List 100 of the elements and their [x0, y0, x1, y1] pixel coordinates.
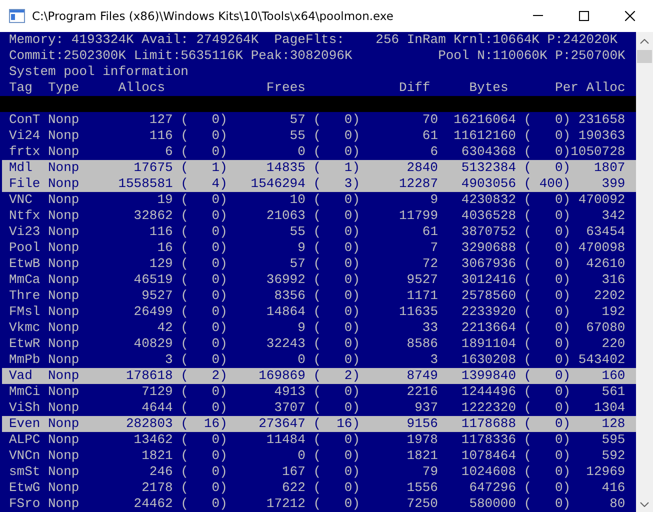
- pool-tag: EtwR: [9, 336, 48, 352]
- diff-value: 72: [421, 256, 438, 272]
- free-delta: ( 0): [312, 496, 360, 512]
- pool-row[interactable]: Vi23 Nonp 116 ( 0) 55 ( 0) 61 3870752 ( 0) 63454: [2, 224, 636, 240]
- bytes-delta: ( 0): [522, 320, 571, 336]
- pool-row[interactable]: Vi24 Nonp 116 ( 0) 55 ( 0) 61 11612160 ( 0) 190363: [2, 128, 636, 144]
- alloc-delta: ( 0): [180, 288, 228, 304]
- pool-row[interactable]: FSro Nonp 24462 ( 0) 17212 ( 0) 7250 580000 ( 0) 80: [2, 496, 636, 512]
- column-header: Frees: [266, 80, 306, 96]
- pool-row[interactable]: MmCi Nonp 7129 ( 0) 4913 ( 0) 2216 1244496 ( 0) 561: [2, 384, 636, 400]
- pool-row[interactable]: Vkmc Nonp 42 ( 0) 9 ( 0) 33 2213664 ( 0) 67080: [2, 320, 636, 336]
- pool-row[interactable]: Pool Nonp 16 ( 0) 9 ( 0) 7 3290688 ( 0) 470098: [2, 240, 636, 256]
- bytes-delta: ( 0): [522, 288, 571, 304]
- pool-row[interactable]: EtwB Nonp 129 ( 0) 57 ( 0) 72 3067936 ( 0) 42610: [2, 256, 636, 272]
- alloc-delta: ( 0): [180, 128, 228, 144]
- alloc-delta: ( 0): [180, 224, 228, 240]
- bytes-value: 1891104: [460, 336, 516, 352]
- alloc-count: 19: [156, 192, 173, 208]
- pool-row[interactable]: ConT Nonp 127 ( 0) 57 ( 0) 70 16216064 ( 0) 231658: [2, 112, 636, 128]
- free-count: 32243: [265, 336, 306, 352]
- diff-value: 1821: [406, 448, 438, 464]
- pool-row[interactable]: smSt Nonp 246 ( 0) 167 ( 0) 79 1024608 ( 0) 12969: [2, 464, 636, 480]
- pool-tag: ALPC: [9, 432, 48, 448]
- alloc-delta: ( 0): [180, 144, 228, 160]
- bytes-value: 1178336: [460, 432, 516, 448]
- scrollbar[interactable]: [636, 32, 653, 512]
- alloc-count: 32862: [132, 208, 173, 224]
- scroll-down-icon[interactable]: [640, 502, 649, 507]
- diff-value: 1556: [406, 480, 438, 496]
- pool-type: Nonp: [48, 240, 80, 256]
- free-delta: ( 0): [312, 336, 360, 352]
- pool-row[interactable]: frtx Nonp 6 ( 0) 0 ( 0) 6 6304368 ( 0)1050728: [2, 144, 636, 160]
- pool-row[interactable]: Mdl Nonp 17675 ( 1) 14835 ( 1) 2840 5132384 ( 0) 1807: [2, 160, 636, 176]
- pool-type: Nonp: [48, 432, 80, 448]
- pool-type: Nonp: [48, 192, 80, 208]
- pool-type: Nonp: [48, 336, 80, 352]
- pool-row[interactable]: EtwR Nonp 40829 ( 0) 32243 ( 0) 8586 1891104 ( 0) 220: [2, 336, 636, 352]
- alloc-delta: ( 0): [180, 304, 228, 320]
- alloc-count: 127: [148, 112, 173, 128]
- pool-row[interactable]: EtwG Nonp 2178 ( 0) 622 ( 0) 1556 647296 ( 0) 416: [2, 480, 636, 496]
- pool-row[interactable]: Ntfx Nonp 32862 ( 0) 21063 ( 0) 11799 4036528 ( 0) 342: [2, 208, 636, 224]
- free-count: 55: [288, 224, 306, 240]
- bytes-value: 2578560: [460, 288, 516, 304]
- per-alloc-value: 1050728: [570, 144, 626, 160]
- bytes-value: 1024608: [460, 464, 516, 480]
- pool-type: Nonp: [48, 448, 80, 464]
- alloc-count: 2178: [140, 480, 173, 496]
- bytes-value: 5132384: [460, 160, 516, 176]
- bytes-delta: ( 400): [522, 176, 571, 192]
- pool-row[interactable]: Thre Nonp 9527 ( 0) 8356 ( 0) 1171 2578560 ( 0) 2202: [2, 288, 636, 304]
- diff-value: 6: [429, 144, 438, 160]
- pool-type: Nonp: [48, 144, 80, 160]
- scroll-up-icon[interactable]: [640, 39, 649, 44]
- free-count: 0: [296, 352, 306, 368]
- bytes-value: 4230832: [460, 192, 516, 208]
- pool-row[interactable]: ALPC Nonp 13462 ( 0) 11484 ( 0) 1978 1178336 ( 0) 595: [2, 432, 636, 448]
- free-count: 21063: [265, 208, 306, 224]
- pool-row[interactable]: MmPb Nonp 3 ( 0) 0 ( 0) 3 1630208 ( 0) 543402: [2, 352, 636, 368]
- pool-type: Nonp: [48, 128, 80, 144]
- pool-row[interactable]: FMsl Nonp 26499 ( 0) 14864 ( 0) 11635 2233920 ( 0) 192: [2, 304, 636, 320]
- free-count: 3707: [273, 400, 306, 416]
- pool-type: Nonp: [48, 352, 80, 368]
- pool-row[interactable]: File Nonp 1558581 ( 4) 1546294 ( 3) 12287 4903056 ( 400) 399: [2, 176, 636, 192]
- scroll-thumb[interactable]: [637, 50, 652, 63]
- per-alloc-value: 220: [600, 336, 626, 352]
- per-alloc-value: 63454: [585, 224, 626, 240]
- bytes-value: 6304368: [460, 144, 516, 160]
- alloc-count: 9527: [140, 288, 173, 304]
- free-delta: ( 0): [312, 208, 360, 224]
- bytes-value: 3870752: [460, 224, 516, 240]
- pool-row[interactable]: MmCa Nonp 46519 ( 0) 36992 ( 0) 9527 3012416 ( 0) 316: [2, 272, 636, 288]
- free-delta: ( 0): [312, 432, 360, 448]
- free-delta: ( 0): [312, 224, 360, 240]
- pool-row[interactable]: VNCn Nonp 1821 ( 0) 0 ( 0) 1821 1078464 ( 0) 592: [2, 448, 636, 464]
- pool-row[interactable]: ViSh Nonp 4644 ( 0) 3707 ( 0) 937 1222320 ( 0) 1304: [2, 400, 636, 416]
- per-alloc-value: 231658: [577, 112, 626, 128]
- bytes-delta: ( 0): [522, 128, 571, 144]
- pool-tag: VNC: [9, 192, 48, 208]
- free-count: 9: [296, 320, 306, 336]
- pool-row[interactable]: Vad Nonp 178618 ( 2) 169869 ( 2) 8749 1399840 ( 0) 160: [2, 368, 636, 384]
- pool-row[interactable]: Even Nonp 282803 ( 16) 273647 ( 16) 9156 1178688 ( 0) 128: [2, 416, 636, 432]
- bytes-value: 1078464: [460, 448, 516, 464]
- bytes-value: 4903056: [460, 176, 516, 192]
- diff-value: 7250: [406, 496, 438, 512]
- pool-tag: Vkmc: [9, 320, 48, 336]
- per-alloc-value: 190363: [577, 128, 626, 144]
- alloc-delta: ( 0): [180, 352, 228, 368]
- column-header: Allocs: [118, 80, 166, 96]
- pool-row[interactable]: VNC Nonp 19 ( 0) 10 ( 0) 9 4230832 ( 0) 470092: [2, 192, 636, 208]
- pool-tag: EtwB: [9, 256, 48, 272]
- alloc-delta: ( 2): [180, 368, 228, 384]
- per-alloc-value: 42610: [585, 256, 626, 272]
- bytes-delta: ( 0): [522, 400, 571, 416]
- pool-type: Nonp: [48, 160, 80, 176]
- free-delta: ( 0): [312, 320, 360, 336]
- pool-type: Nonp: [48, 288, 80, 304]
- free-delta: ( 0): [312, 240, 360, 256]
- pool-tag: EtwG: [9, 480, 48, 496]
- alloc-delta: ( 0): [180, 256, 228, 272]
- bytes-value: 11612160: [452, 128, 516, 144]
